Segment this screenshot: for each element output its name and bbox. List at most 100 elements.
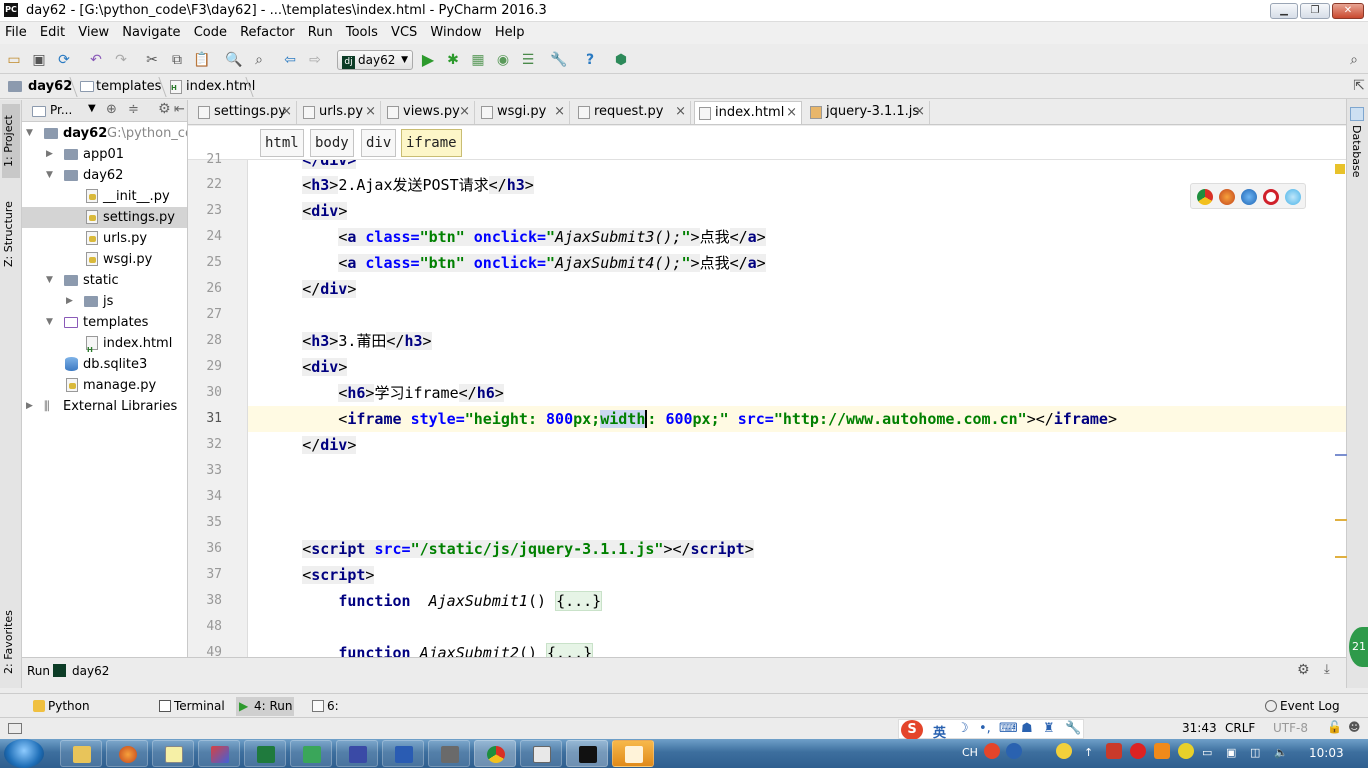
tab-views-py[interactable]: views.py ×	[383, 101, 475, 124]
folded-code[interactable]: {...}	[546, 643, 594, 657]
network-tray-icon[interactable]: ▣	[1226, 746, 1236, 759]
taskbar-calculator[interactable]	[520, 740, 562, 767]
tab-settings-py[interactable]: settings.py ×	[194, 101, 297, 124]
minimize-button[interactable]: ▁	[1270, 3, 1298, 19]
taskbar-pycharm[interactable]	[566, 740, 608, 767]
debug-icon[interactable]: ✱	[444, 51, 462, 69]
open-folder-icon[interactable]: ▭	[5, 51, 23, 69]
tray-icon[interactable]	[1154, 743, 1170, 759]
locate-icon[interactable]: ⊕	[106, 102, 117, 117]
help-tray-icon[interactable]	[1006, 743, 1022, 759]
close-tab-icon[interactable]: ×	[786, 102, 797, 124]
sync-icon[interactable]: ⟳	[55, 51, 73, 69]
copy-icon[interactable]: ⧉	[168, 51, 186, 69]
menu-edit[interactable]: Edit	[36, 22, 69, 40]
back-icon[interactable]: ⇦	[281, 51, 299, 69]
maximize-editor-icon[interactable]: ⇱	[1350, 77, 1368, 95]
collapse-icon[interactable]: ≑	[128, 102, 139, 117]
menu-window[interactable]: Window	[426, 22, 485, 40]
safari-icon[interactable]	[1241, 189, 1257, 205]
sogou-tray-icon[interactable]	[984, 743, 1000, 759]
tree-item-project-root[interactable]: ▼ day62 G:\python_code	[22, 123, 187, 144]
folded-code[interactable]: {...}	[555, 591, 603, 611]
taskbar-firefox[interactable]	[106, 740, 148, 767]
replace-icon[interactable]: ⌕	[250, 51, 268, 69]
tab-request-py[interactable]: request.py ×	[574, 101, 691, 124]
close-tab-icon[interactable]: ×	[281, 101, 292, 123]
close-tab-icon[interactable]: ×	[459, 101, 470, 123]
tool-window-toggle-icon[interactable]	[8, 723, 22, 734]
sogou-icon[interactable]: S	[901, 720, 923, 740]
tab-todo[interactable]: 6: TODO	[309, 697, 377, 732]
find-icon[interactable]: 🔍	[225, 51, 243, 69]
taskbar-control[interactable]	[428, 740, 470, 767]
tool-tab-project[interactable]: 1: Project	[2, 104, 20, 178]
taskbar-explorer[interactable]	[60, 740, 102, 767]
taskbar-excel[interactable]	[244, 740, 286, 767]
start-button[interactable]	[4, 739, 44, 768]
hide-panel-icon[interactable]: ⤓	[1324, 662, 1330, 677]
code-editor[interactable]: </div> <h3>2.Ajax发送POST请求</h3> <div> <a …	[248, 160, 1346, 657]
tool-tab-database[interactable]: Database	[1350, 125, 1363, 178]
tab-jquery-js[interactable]: jquery-3.1.1.js ×	[806, 101, 930, 124]
tab-wsgi-py[interactable]: wsgi.py ×	[477, 101, 570, 124]
tab-urls-py[interactable]: urls.py ×	[299, 101, 381, 124]
help-icon[interactable]: ?	[581, 51, 599, 69]
tree-item-js[interactable]: ▶ js	[22, 291, 187, 312]
hide-panel-icon[interactable]: ⇤	[174, 102, 185, 117]
taskbar-chrome[interactable]	[474, 740, 516, 767]
upload-tray-icon[interactable]: ↑	[1084, 746, 1093, 759]
ie-icon[interactable]	[1285, 189, 1301, 205]
taskbar-app[interactable]	[612, 740, 654, 767]
tree-item-index-html[interactable]: index.html	[22, 333, 187, 361]
menu-help[interactable]: Help	[491, 22, 529, 40]
language-indicator[interactable]: CH	[962, 746, 978, 759]
skin-icon[interactable]: ♜	[1043, 721, 1055, 736]
run-config-select[interactable]: dj day62 ▼	[337, 50, 413, 70]
tree-item-wsgi[interactable]: wsgi.py	[22, 249, 187, 270]
tree-item-external-libraries[interactable]: ▶ ⫼ External Libraries	[22, 396, 187, 417]
tool-tab-structure[interactable]: Z: Structure	[2, 192, 20, 276]
tag-crumb-div[interactable]: div	[361, 129, 397, 157]
profile-icon[interactable]: ◉	[494, 51, 512, 69]
maximize-button[interactable]: ❐	[1300, 3, 1330, 19]
tag-crumb-iframe[interactable]: iframe	[401, 129, 462, 157]
menu-code[interactable]: Code	[190, 22, 231, 40]
volume-icon[interactable]: 🔈	[1274, 746, 1288, 759]
tray-icon[interactable]	[1178, 743, 1194, 759]
tray-icon[interactable]	[1106, 743, 1122, 759]
inspector-icon[interactable]: ☻	[1348, 720, 1361, 734]
tree-item-day62-package[interactable]: ▼ day62	[22, 165, 187, 186]
menu-run[interactable]: Run	[304, 22, 337, 40]
menu-tools[interactable]: Tools	[342, 22, 382, 40]
paste-icon[interactable]: 📋	[193, 51, 211, 69]
project-view-select[interactable]: Pr...	[50, 103, 72, 117]
wrench-icon[interactable]: 🔧	[1065, 721, 1081, 736]
record-tray-icon[interactable]	[1130, 743, 1146, 759]
moon-icon[interactable]: ☽	[957, 721, 969, 736]
tag-crumb-html[interactable]: html	[260, 129, 304, 157]
redo-icon[interactable]: ↷	[112, 51, 130, 69]
display-tray-icon[interactable]: ▭	[1202, 746, 1212, 759]
tab-index-html[interactable]: index.html ×	[694, 101, 802, 124]
plugin-icon[interactable]: ⬢	[612, 51, 630, 69]
tab-python-console[interactable]: Python Console	[30, 697, 138, 732]
tab-terminal[interactable]: Terminal	[156, 697, 225, 716]
tree-item-app01[interactable]: ▶ app01	[22, 144, 187, 165]
cut-icon[interactable]: ✂	[143, 51, 161, 69]
firefox-icon[interactable]	[1219, 189, 1235, 205]
search-everywhere-icon[interactable]: ⌕	[1345, 51, 1363, 69]
user-icon[interactable]: ☗	[1021, 721, 1033, 736]
file-encoding[interactable]: UTF-8	[1273, 721, 1308, 735]
close-tab-icon[interactable]: ×	[675, 101, 686, 123]
taskbar-word[interactable]	[382, 740, 424, 767]
tree-item-templates[interactable]: ▼ templates	[22, 312, 187, 333]
close-tab-icon[interactable]: ×	[554, 101, 565, 123]
tree-item-init[interactable]: __init__.py	[22, 186, 187, 207]
line-separator[interactable]: CRLF	[1225, 721, 1255, 735]
lock-icon[interactable]: 🔓	[1327, 720, 1342, 734]
warning-marker[interactable]	[1335, 164, 1345, 174]
tree-item-urls[interactable]: urls.py	[22, 228, 187, 249]
gear-icon[interactable]: ⚙	[1297, 662, 1310, 678]
taskbar-tool[interactable]	[198, 740, 240, 767]
